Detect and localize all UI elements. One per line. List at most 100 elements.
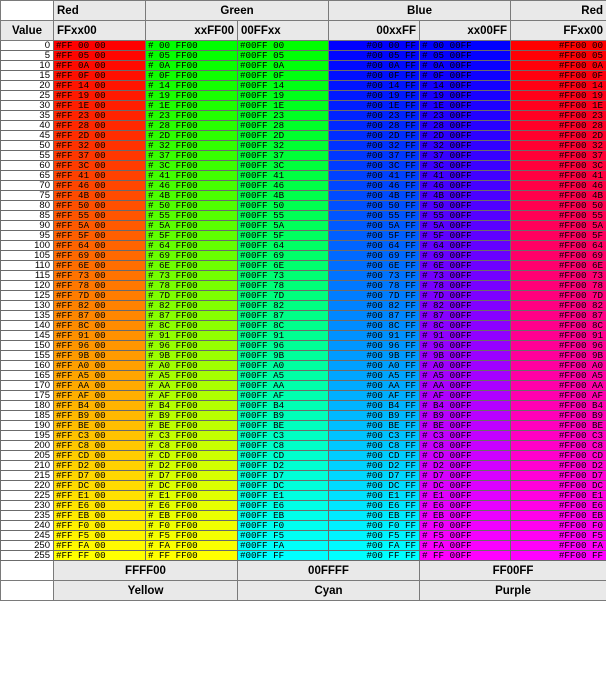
swatch-xx00ff: # 5A 00FF: [418, 220, 512, 231]
swatch-ffxx00: #FF 0F 00: [53, 70, 146, 81]
value-cell: 190: [0, 420, 54, 431]
swatch-ffxx00: #FF CD 00: [53, 450, 146, 461]
swatch-00ffxx: #00FF 2D: [237, 130, 329, 141]
table-row: 155 #FF 9B 00 # 9B FF00 #00FF 9B #00 9B FF # …: [0, 350, 606, 361]
swatch-xxff00: # 19 FF00: [145, 90, 238, 101]
value-cell: 20: [0, 80, 54, 91]
swatch-00xxff: #00 32 FF: [328, 140, 420, 151]
swatch-ffxx00: #FF 69 00: [53, 250, 146, 261]
swatch-ffxx00: #FF E6 00: [53, 500, 146, 511]
value-cell: 155: [0, 350, 54, 361]
swatch-00xxff: #00 2D FF: [328, 130, 420, 141]
swatch-xxff00: # 14 FF00: [145, 80, 238, 91]
swatch-ff00xx: #FF00 A0: [510, 360, 606, 371]
value-cell: 65: [0, 170, 54, 181]
swatch-ff00xx: #FF00 82: [510, 300, 606, 311]
table-row: 105 #FF 69 00 # 69 FF00 #00FF 69 #00 69 FF # …: [0, 250, 606, 261]
swatch-ff00xx: #FF00 BE: [510, 420, 606, 431]
swatch-00ffxx: #00FF 0A: [237, 60, 329, 71]
swatch-xx00ff: # 0F 00FF: [418, 70, 512, 81]
swatch-00ffxx: #00FF A5: [237, 370, 329, 381]
swatch-ffxx00: #FF 9B 00: [53, 350, 146, 361]
swatch-ff00xx: #FF00 AF: [510, 390, 606, 401]
value-cell: 90: [0, 220, 54, 231]
header-value: Value: [0, 20, 54, 41]
value-cell: 55: [0, 150, 54, 161]
swatch-ffxx00: #FF AA 00: [53, 380, 146, 391]
table-row: 255 #FF FF 00 # FF FF00 #00FF FF #00 FF FF # …: [0, 550, 606, 561]
swatch-ffxx00: #FF E1 00: [53, 490, 146, 501]
swatch-xx00ff: # 2D 00FF: [418, 130, 512, 141]
swatch-00xxff: #00 4B FF: [328, 190, 420, 201]
swatch-00ffxx: #00FF C8: [237, 440, 329, 451]
value-cell: 100: [0, 240, 54, 251]
table-row: 170 #FF AA 00 # AA FF00 #00FF AA #00 AA FF # …: [0, 380, 606, 391]
swatch-ff00xx: #FF00 B4: [510, 400, 606, 411]
table-row: 250 #FF FA 00 # FA FF00 #00FF FA #00 FA FF # …: [0, 540, 606, 551]
table-row: 180 #FF B4 00 # B4 FF00 #00FF B4 #00 B4 FF # …: [0, 400, 606, 411]
footer-yellow-code: FFFF00: [53, 560, 238, 581]
swatch-00xxff: #00 64 FF: [328, 240, 420, 251]
table-row: 215 #FF D7 00 # D7 FF00 #00FF D7 #00 D7 FF # …: [0, 470, 606, 481]
swatch-ff00xx: #FF00 E1: [510, 490, 606, 501]
swatch-ffxx00: #FF A0 00: [53, 360, 146, 371]
swatch-xx00ff: # 7D 00FF: [418, 290, 512, 301]
swatch-00xxff: #00 EB FF: [328, 510, 420, 521]
swatch-00ffxx: #00FF 69: [237, 250, 329, 261]
swatch-ffxx00: #FF B4 00: [53, 400, 146, 411]
table-row: 80 #FF 50 00 # 50 FF00 #00FF 50 #00 50 FF # 5…: [0, 200, 606, 211]
swatch-xx00ff: # 78 00FF: [418, 280, 512, 291]
value-cell: 105: [0, 250, 54, 261]
value-cell: 80: [0, 200, 54, 211]
swatch-00ffxx: #00FF 14: [237, 80, 329, 91]
swatch-ff00xx: #FF00 AA: [510, 380, 606, 391]
table-row: 160 #FF A0 00 # A0 FF00 #00FF A0 #00 A0 FF # …: [0, 360, 606, 371]
swatch-xxff00: # 6E FF00: [145, 260, 238, 271]
swatch-00ffxx: #00FF BE: [237, 420, 329, 431]
swatch-xx00ff: # 64 00FF: [418, 240, 512, 251]
swatch-00ffxx: #00FF 0F: [237, 70, 329, 81]
swatch-ffxx00: #FF F5 00: [53, 530, 146, 541]
swatch-00xxff: #00 00 FF: [328, 40, 420, 51]
swatch-ff00xx: #FF00 7D: [510, 290, 606, 301]
swatch-ff00xx: #FF00 37: [510, 150, 606, 161]
swatch-00ffxx: #00FF B9: [237, 410, 329, 421]
swatch-xxff00: # 3C FF00: [145, 160, 238, 171]
value-cell: 60: [0, 160, 54, 171]
swatch-ffxx00: #FF 37 00: [53, 150, 146, 161]
table-row: 245 #FF F5 00 # F5 FF00 #00FF F5 #00 F5 FF # …: [0, 530, 606, 541]
swatch-ff00xx: #FF00 69: [510, 250, 606, 261]
swatch-xxff00: # 1E FF00: [145, 100, 238, 111]
swatch-xx00ff: # 6E 00FF: [418, 260, 512, 271]
value-cell: 25: [0, 90, 54, 101]
swatch-00xxff: #00 C3 FF: [328, 430, 420, 441]
swatch-ffxx00: #FF A5 00: [53, 370, 146, 381]
table-row: 20 #FF 14 00 # 14 FF00 #00FF 14 #00 14 FF # 1…: [0, 80, 606, 91]
swatch-00xxff: #00 E1 FF: [328, 490, 420, 501]
table-row: 140 #FF 8C 00 # 8C FF00 #00FF 8C #00 8C FF # …: [0, 320, 606, 331]
value-cell: 150: [0, 340, 54, 351]
swatch-ffxx00: #FF B9 00: [53, 410, 146, 421]
swatch-xxff00: # 9B FF00: [145, 350, 238, 361]
table-row: 210 #FF D2 00 # D2 FF00 #00FF D2 #00 D2 FF # …: [0, 460, 606, 471]
header-red-right: Red: [510, 0, 606, 21]
header-row-2: Value FFxx00 xxFF00 00FFxx 00xxFF xx00FF…: [0, 20, 606, 41]
header-blue: Blue: [327, 0, 512, 21]
swatch-xxff00: # F5 FF00: [145, 530, 238, 541]
swatch-xxff00: # 2D FF00: [145, 130, 238, 141]
swatch-00xxff: #00 87 FF: [328, 310, 420, 321]
swatch-00xxff: #00 37 FF: [328, 150, 420, 161]
swatch-ff00xx: #FF00 28: [510, 120, 606, 131]
swatch-xx00ff: # DC 00FF: [418, 480, 512, 491]
swatch-00xxff: #00 50 FF: [328, 200, 420, 211]
swatch-00ffxx: #00FF 32: [237, 140, 329, 151]
table-row: 130 #FF 82 00 # 82 FF00 #00FF 82 #00 82 FF # …: [0, 300, 606, 311]
swatch-xxff00: # 46 FF00: [145, 180, 238, 191]
swatch-ffxx00: #FF BE 00: [53, 420, 146, 431]
swatch-xxff00: # 5A FF00: [145, 220, 238, 231]
swatch-xx00ff: # 23 00FF: [418, 110, 512, 121]
swatch-xxff00: # D2 FF00: [145, 460, 238, 471]
swatch-xx00ff: # CD 00FF: [418, 450, 512, 461]
table-row: 50 #FF 32 00 # 32 FF00 #00FF 32 #00 32 FF # 3…: [0, 140, 606, 151]
swatch-ff00xx: #FF00 F5: [510, 530, 606, 541]
